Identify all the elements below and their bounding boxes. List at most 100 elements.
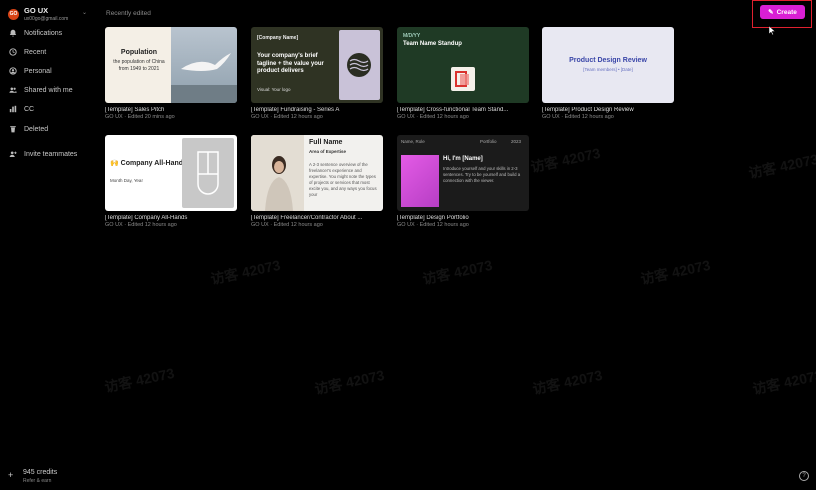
- thumb-body: A 2-3 sentence overview of the freelance…: [309, 162, 377, 197]
- plus-icon: +: [8, 470, 14, 480]
- thumb-footer: Visual: Your logo: [257, 87, 291, 92]
- chevron-down-icon: ⌄: [82, 10, 88, 16]
- file-thumbnail[interactable]: M/D/YY Team Name Standup: [397, 27, 529, 103]
- thumb-heading: 🙌 Company All-Hands: [110, 160, 187, 167]
- thumb-heading: Population: [120, 49, 158, 56]
- thumb-photo: [401, 155, 439, 207]
- thumb-heading: Hi, I'm [Name]: [443, 156, 483, 162]
- file-card[interactable]: Full Name Area of Expertise A 2-3 senten…: [251, 135, 383, 228]
- account-name: GO UX: [24, 6, 49, 15]
- thumb-photo: [171, 27, 237, 103]
- thumb-label: [Company Name]: [257, 35, 299, 41]
- avatar: GO: [8, 9, 19, 20]
- invite-teammates-button[interactable]: Invite teammates: [8, 147, 92, 161]
- users-icon: [8, 85, 18, 95]
- thumb-panel: [182, 138, 234, 208]
- sidebar-item-deleted[interactable]: Deleted: [8, 122, 92, 136]
- file-card[interactable]: Name, Role Portfolio 2023 Hi, I'm [Name]…: [397, 135, 529, 228]
- sidebar-item-label: Invite teammates: [24, 150, 78, 158]
- file-thumbnail[interactable]: Product Design Review [Team members] • […: [542, 27, 674, 103]
- sidebar-item-label: Personal: [24, 67, 52, 75]
- file-meta: GO UX · Edited 20 mins ago: [105, 114, 175, 120]
- logo-icon: [451, 67, 475, 91]
- thumb-date: M/D/YY: [403, 33, 421, 39]
- account-switcher[interactable]: GO GO UX ux00go@gmail.com ⌄: [8, 6, 88, 26]
- person-image: [265, 156, 293, 211]
- wave-logo-icon: [347, 53, 371, 77]
- edit-icon: ✎: [768, 9, 774, 16]
- sidebar-item-recent[interactable]: Recent: [8, 45, 92, 59]
- trash-icon: [8, 124, 18, 134]
- thumb-photo: [251, 135, 304, 211]
- file-card[interactable]: Population the population of China from …: [105, 27, 237, 120]
- sidebar-item-label: Notifications: [24, 29, 63, 37]
- file-title: [Template] Design Portfolio: [397, 215, 469, 221]
- file-title: [Template] Fundraising - Series A: [251, 107, 340, 113]
- bird-image: [171, 53, 237, 103]
- help-icon[interactable]: ?: [799, 471, 809, 481]
- chart-icon: [8, 104, 18, 114]
- watermark: 访客 42073: [313, 366, 386, 398]
- thumb-heading: Team Name Standup: [403, 41, 462, 47]
- clock-icon: [8, 47, 18, 57]
- thumb-heading: Product Design Review: [569, 57, 647, 64]
- file-thumbnail[interactable]: 🙌 Company All-Hands Month Day, Year: [105, 135, 237, 211]
- watermark: 访客 42073: [751, 366, 816, 398]
- thumb-subtext: the population of China from 1949 to 202…: [113, 59, 165, 72]
- file-meta: GO UX · Edited 12 hours ago: [542, 114, 614, 120]
- file-title: [Template] Cross-functional Team Stand..…: [397, 107, 509, 113]
- sidebar-item-shared[interactable]: Shared with me: [8, 83, 92, 97]
- credits-widget[interactable]: + 945 credits Refer & earn: [8, 468, 88, 486]
- thumb-heading: Full Name: [309, 139, 343, 146]
- file-thumbnail[interactable]: Name, Role Portfolio 2023 Hi, I'm [Name]…: [397, 135, 529, 211]
- watermark: 访客 42073: [529, 144, 602, 176]
- create-button[interactable]: ✎ Create: [760, 5, 805, 19]
- building-icon: [197, 151, 219, 195]
- thumb-panel: [339, 30, 380, 100]
- file-card[interactable]: Product Design Review [Team members] • […: [542, 27, 674, 120]
- file-title: [Template] Product Design Review: [542, 107, 634, 113]
- sidebar-item-label: CC: [24, 105, 35, 113]
- file-card[interactable]: [Company Name] Your company's brief tagl…: [251, 27, 383, 120]
- thumb-subtext: Month Day, Year: [110, 178, 143, 183]
- thumb-heading: Your company's brief tagline + the value…: [257, 53, 324, 74]
- file-meta: GO UX · Edited 12 hours ago: [105, 222, 177, 228]
- sidebar-item-label: Deleted: [24, 125, 49, 133]
- watermark: 访客 42073: [531, 366, 604, 398]
- watermark: 访客 42073: [421, 256, 494, 288]
- account-email: ux00go@gmail.com: [24, 16, 69, 22]
- sidebar-item-label: Shared with me: [24, 86, 73, 94]
- mouse-cursor-icon: [769, 26, 775, 35]
- sidebar-item-label: Recent: [24, 48, 47, 56]
- thumb-subtext: Area of Expertise: [309, 149, 347, 154]
- sidebar-item-notifications[interactable]: Notifications: [8, 26, 92, 40]
- create-button-label: Create: [776, 8, 797, 16]
- file-thumbnail[interactable]: Full Name Area of Expertise A 2-3 senten…: [251, 135, 383, 211]
- credits-subtext: Refer & earn: [23, 478, 52, 484]
- file-card[interactable]: M/D/YY Team Name Standup [Template] Cros…: [397, 27, 529, 120]
- watermark: 访客 42073: [209, 256, 282, 288]
- file-meta: GO UX · Edited 12 hours ago: [251, 114, 323, 120]
- watermark: 访客 42073: [103, 364, 176, 396]
- file-meta: GO UX · Edited 12 hours ago: [397, 222, 469, 228]
- file-title: [Template] Freelancer/Contractor About .…: [251, 215, 363, 221]
- thumb-label: 2023: [511, 139, 522, 144]
- thumb-label: Name, Role: [401, 139, 425, 144]
- thumb-subtext: [Team members] • [Date]: [583, 67, 633, 72]
- section-title: Recently edited: [106, 10, 151, 17]
- sidebar-item-personal[interactable]: Personal: [8, 64, 92, 78]
- watermark: 访客 42073: [747, 150, 816, 182]
- sidebar-item-cc[interactable]: CC: [8, 102, 92, 116]
- credits-amount: 945 credits: [23, 469, 58, 476]
- watermark: 访客 42073: [639, 256, 712, 288]
- file-thumbnail[interactable]: Population the population of China from …: [105, 27, 237, 103]
- create-highlight: ✎ Create: [752, 0, 812, 28]
- sidebar: GO GO UX ux00go@gmail.com ⌄ Notification…: [0, 0, 92, 490]
- file-thumbnail[interactable]: [Company Name] Your company's brief tagl…: [251, 27, 383, 103]
- file-meta: GO UX · Edited 12 hours ago: [397, 114, 469, 120]
- user-icon: [8, 66, 18, 76]
- thumb-body: Introduce yourself and your skills in 2-…: [443, 166, 521, 183]
- file-meta: GO UX · Edited 12 hours ago: [251, 222, 323, 228]
- file-title: [Template] Sales Pitch: [105, 107, 165, 113]
- file-card[interactable]: 🙌 Company All-Hands Month Day, Year [Tem…: [105, 135, 237, 228]
